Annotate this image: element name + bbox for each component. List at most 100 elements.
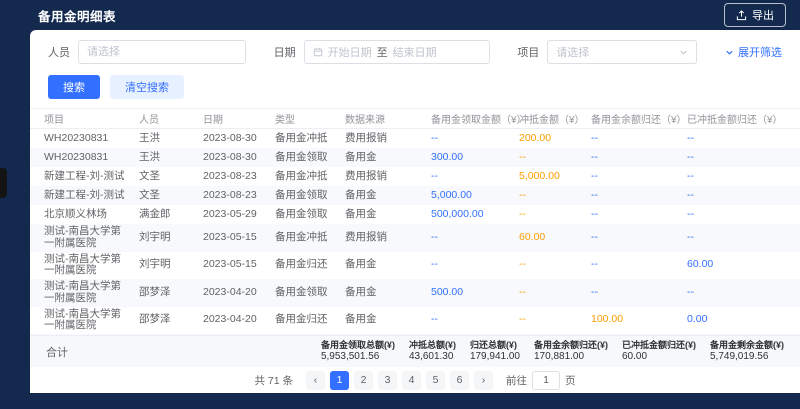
table-cell: 2023-04-20 — [203, 312, 275, 328]
person-select[interactable] — [78, 40, 246, 64]
expand-filter-link[interactable]: 展开筛选 — [725, 44, 782, 60]
summary-item-label: 备用金领取总额(¥) — [321, 340, 395, 351]
column-header: 备用金领取金额（¥） — [431, 111, 519, 126]
column-header: 项目 — [44, 111, 139, 126]
chevron-down-icon — [679, 48, 688, 57]
goto-page-input[interactable] — [532, 371, 560, 390]
summary-item-value: 170,881.00 — [534, 351, 608, 364]
filter-bar: 人员 日期 开始日期 至 结束日期 项目 请选择 — [30, 30, 800, 66]
next-page-button[interactable]: › — [474, 371, 493, 390]
column-header: 人员 — [139, 111, 203, 126]
amount-cell: -- — [591, 207, 687, 223]
table-cell: 测试-南昌大学第一附属医院 — [44, 307, 139, 335]
page-button[interactable]: 2 — [354, 371, 373, 390]
page-title: 备用金明细表 — [38, 6, 116, 25]
person-input[interactable] — [87, 46, 237, 58]
summary-item-label: 备用金余额归还(¥) — [534, 340, 608, 351]
table-cell: WH20230831 — [44, 150, 139, 166]
action-buttons: 搜索 清空搜索 — [30, 66, 800, 108]
amount-cell: -- — [431, 257, 519, 273]
summary-item-label: 备用金剩余金额(¥) — [710, 340, 784, 351]
date-start-placeholder[interactable]: 开始日期 — [328, 44, 372, 60]
amount-cell: -- — [431, 312, 519, 328]
table-cell: 备用金冲抵 — [275, 230, 345, 246]
export-button[interactable]: 导出 — [724, 3, 786, 27]
table-cell: 备用金 — [345, 257, 431, 273]
amount-cell: -- — [687, 131, 786, 147]
prev-page-button[interactable]: ‹ — [306, 371, 325, 390]
page-button[interactable]: 4 — [402, 371, 421, 390]
amount-cell: -- — [519, 150, 591, 166]
amount-cell: -- — [519, 257, 591, 273]
column-header: 数据来源 — [345, 111, 431, 126]
column-header: 已冲抵金额归还（¥） — [687, 111, 789, 126]
amount-cell: -- — [591, 131, 687, 147]
summary-item: 已冲抵金额归还(¥)60.00 — [622, 340, 696, 364]
summary-item-value: 179,941.00 — [470, 351, 520, 364]
table-cell: 备用金 — [345, 312, 431, 328]
table-cell: 费用报销 — [345, 230, 431, 246]
amount-cell: 0.00 — [687, 312, 786, 328]
search-button[interactable]: 搜索 — [48, 75, 100, 99]
table-cell: 新建工程-刘-测试 — [44, 169, 139, 185]
summary-item-label: 已冲抵金额归还(¥) — [622, 340, 696, 351]
pagination-total: 共 71 条 — [254, 373, 293, 388]
amount-cell: -- — [591, 230, 687, 246]
summary-item-value: 5,749,019.56 — [710, 351, 784, 364]
amount-cell: -- — [591, 150, 687, 166]
date-end-placeholder[interactable]: 结束日期 — [393, 44, 437, 60]
project-placeholder: 请选择 — [556, 44, 589, 60]
amount-cell: 300.00 — [431, 150, 519, 166]
table-cell: 刘宇明 — [139, 257, 203, 273]
page-button[interactable]: 6 — [450, 371, 469, 390]
export-icon — [736, 10, 747, 21]
table-cell: WH20230831 — [44, 131, 139, 147]
table-cell: 文圣 — [139, 188, 203, 204]
amount-cell: 60.00 — [519, 230, 591, 246]
project-label: 项目 — [517, 44, 539, 60]
project-select[interactable]: 请选择 — [547, 40, 697, 64]
pagination-pages: 123456 — [330, 371, 469, 390]
summary-item: 备用金领取总额(¥)5,953,501.56 — [321, 340, 395, 364]
calendar-icon — [313, 47, 323, 57]
amount-cell: -- — [687, 230, 786, 246]
amount-cell: -- — [687, 207, 786, 223]
table-cell: 满金郎 — [139, 207, 203, 223]
top-bar: 备用金明细表 导出 — [0, 0, 800, 30]
page-unit-label: 页 — [565, 373, 576, 388]
amount-cell: -- — [591, 285, 687, 301]
table-cell: 备用金归还 — [275, 257, 345, 273]
table-cell: 备用金 — [345, 150, 431, 166]
page-button[interactable]: 3 — [378, 371, 397, 390]
amount-cell: -- — [431, 169, 519, 185]
amount-cell: 200.00 — [519, 131, 591, 147]
table-cell: 备用金 — [345, 285, 431, 301]
table-cell: 2023-05-15 — [203, 230, 275, 246]
table-cell: 刘宇明 — [139, 230, 203, 246]
summary-total-label: 合计 — [46, 344, 166, 360]
page-button[interactable]: 5 — [426, 371, 445, 390]
table-cell: 2023-08-23 — [203, 169, 275, 185]
amount-cell: -- — [519, 188, 591, 204]
table-cell: 2023-08-30 — [203, 150, 275, 166]
amount-cell: -- — [431, 131, 519, 147]
table-cell: 备用金领取 — [275, 285, 345, 301]
table-cell: 2023-08-23 — [203, 188, 275, 204]
clear-search-button[interactable]: 清空搜索 — [110, 75, 184, 99]
table-cell: 测试-南昌大学第一附属医院 — [44, 279, 139, 307]
export-label: 导出 — [752, 7, 774, 23]
summary-item-label: 冲抵总额(¥) — [409, 340, 456, 351]
expand-chevron-icon — [725, 48, 734, 57]
goto-label: 前往 — [506, 373, 527, 388]
amount-cell: 5,000.00 — [431, 188, 519, 204]
table-cell: 邵梦泽 — [139, 312, 203, 328]
summary-item-value: 5,953,501.56 — [321, 351, 395, 364]
summary-item: 归还总额(¥)179,941.00 — [470, 340, 520, 364]
table-cell: 2023-05-29 — [203, 207, 275, 223]
page-button[interactable]: 1 — [330, 371, 349, 390]
date-range-picker[interactable]: 开始日期 至 结束日期 — [304, 40, 490, 64]
table-row: WH20230831王洪2023-08-30备用金冲抵费用报销--200.00-… — [30, 129, 800, 148]
drawer-collapse-handle[interactable] — [0, 168, 7, 198]
amount-cell: -- — [519, 285, 591, 301]
table-row: 北京顺义林场满金郎2023-05-29备用金领取备用金500,000.00---… — [30, 205, 800, 224]
